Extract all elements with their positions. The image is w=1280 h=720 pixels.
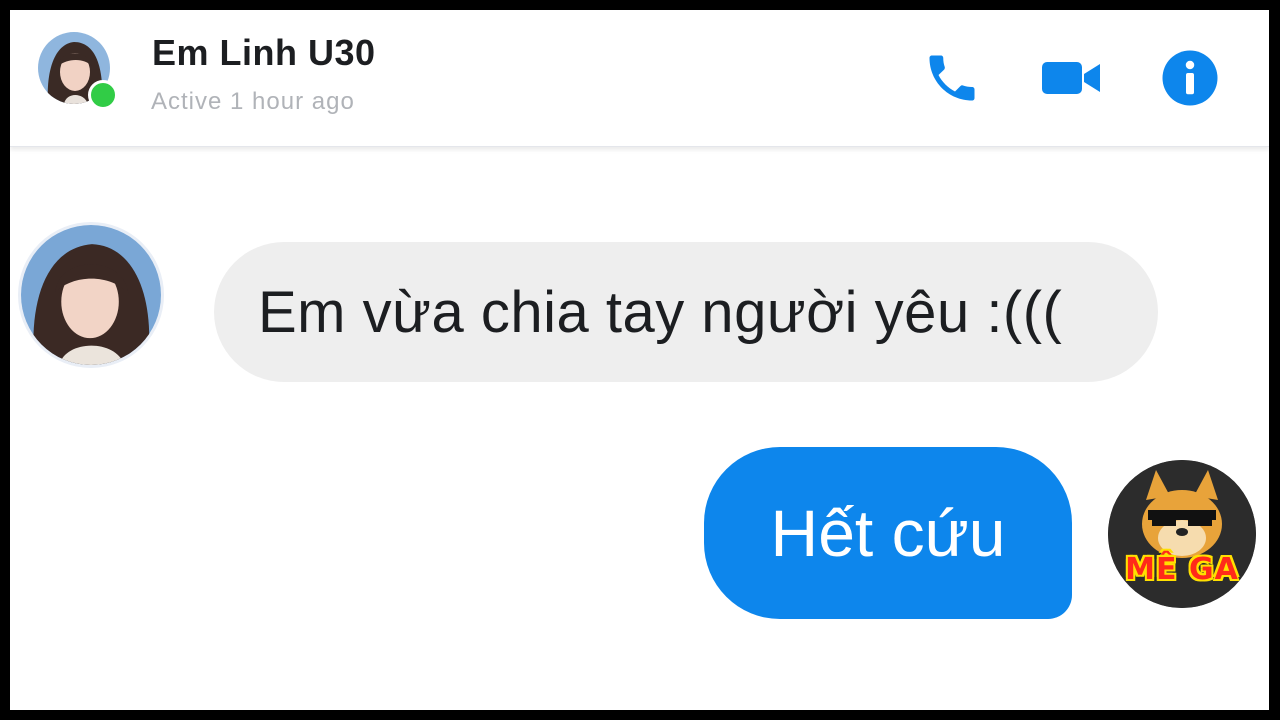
message-text: Hết cứu [770,496,1006,570]
message-text: Em vừa chia tay người yêu :((( [258,279,1063,345]
online-status-dot [88,80,118,110]
logo-text: MÊ GA [1125,552,1239,587]
channel-logo: MÊ GA [1108,460,1256,608]
info-icon[interactable] [1160,48,1220,108]
chat-window: Em Linh U30 Active 1 hour ago Em vừa chi… [10,10,1269,710]
contact-name: Em Linh U30 [152,32,376,73]
incoming-message-bubble[interactable]: Em vừa chia tay người yêu :((( [214,242,1158,382]
message-sender-avatar[interactable] [18,222,164,368]
chat-header: Em Linh U30 Active 1 hour ago [10,10,1269,147]
phone-icon[interactable] [922,48,982,108]
video-camera-icon[interactable] [1040,48,1104,108]
outgoing-message-bubble[interactable]: Hết cứu [704,447,1072,619]
active-status: Active 1 hour ago [151,88,355,115]
